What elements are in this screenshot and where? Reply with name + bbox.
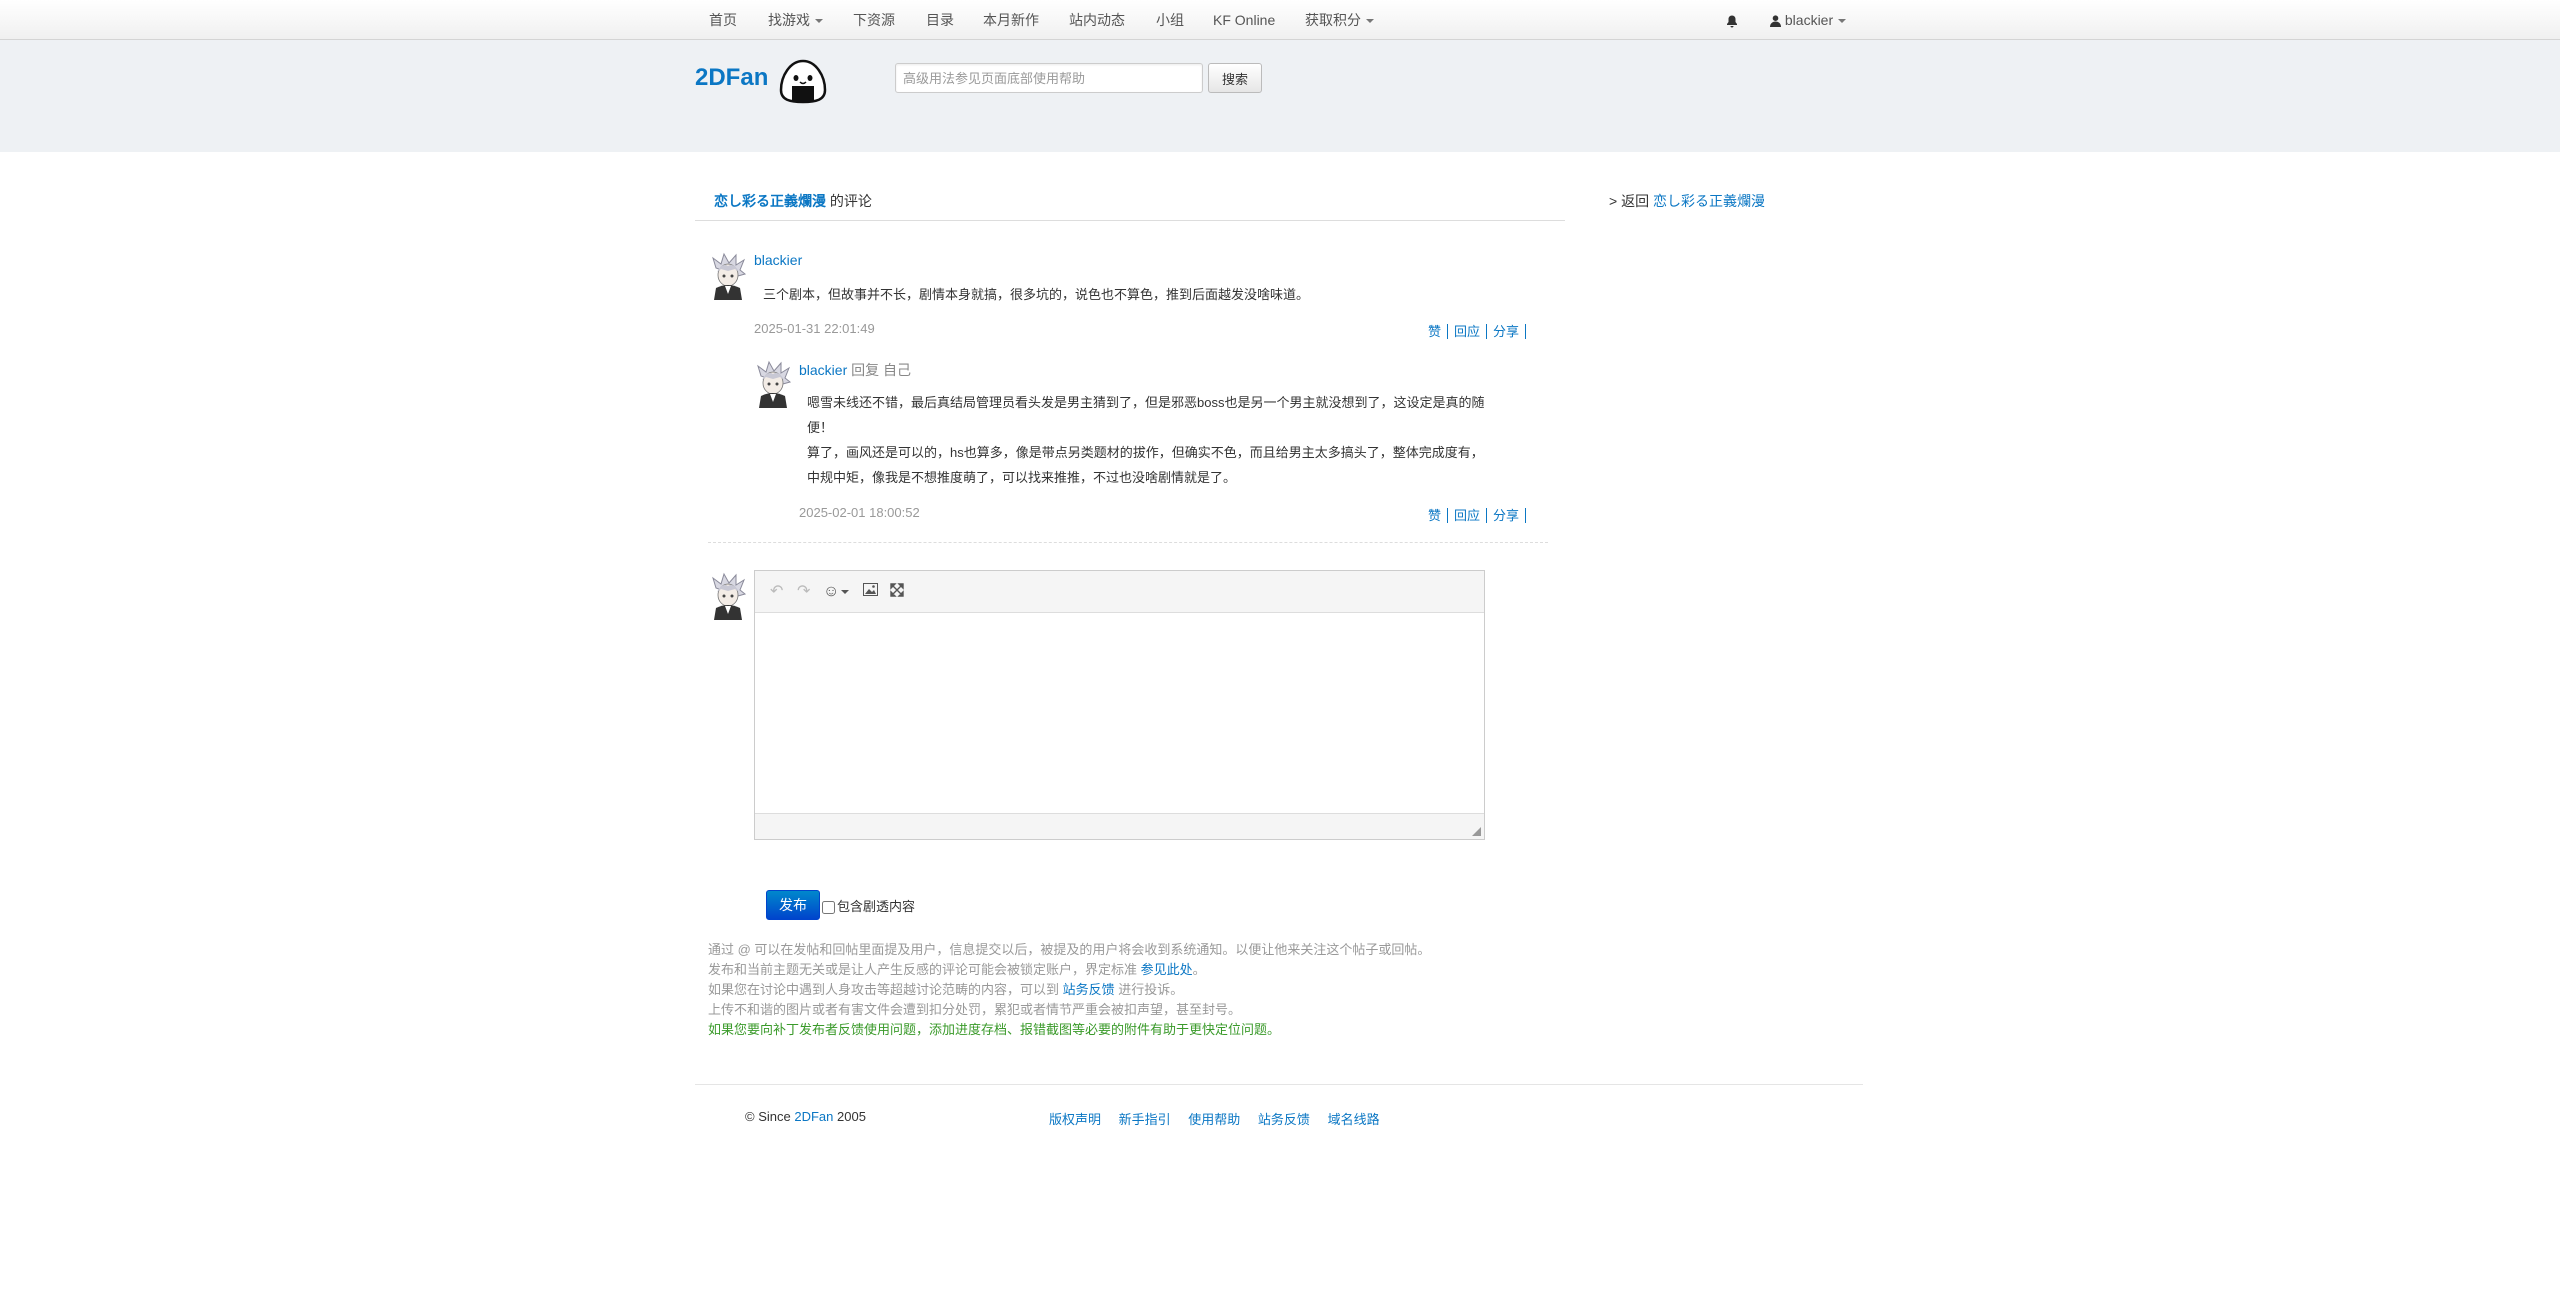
avatar <box>712 572 747 620</box>
nav-groups[interactable]: 小组 <box>1156 0 1184 40</box>
nav-get-points[interactable]: 获取积分 <box>1305 0 1374 40</box>
avatar[interactable] <box>753 358 793 408</box>
copyright: © Since 2DFan 2005 <box>745 1109 866 1124</box>
comment-text: 嗯雪未线还不错，最后真结局管理员看头发是男主猜到了，但是邪恶boss也是另一个男… <box>807 395 1485 485</box>
like-button[interactable]: 赞 <box>1422 508 1449 523</box>
footer-link-domains[interactable]: 域名线路 <box>1328 1112 1380 1127</box>
comment-actions: 赞回应 分享 <box>1422 505 1527 524</box>
notifications-button[interactable] <box>1726 0 1738 40</box>
nav-find-games[interactable]: 找游戏 <box>768 0 823 40</box>
share-button[interactable]: 分享 <box>1487 508 1527 523</box>
comment-editor: ↶ ↷ ☺ <box>754 570 1485 840</box>
avatar[interactable] <box>708 250 748 300</box>
comment-actions: 赞回应 分享 <box>1422 321 1527 340</box>
footer-divider <box>695 1084 1863 1085</box>
comment-text: 三个剧本，但故事并不长，剧情本身就搞，很多坑的，说色也不算色，推到后面越发没啥味… <box>763 287 1310 302</box>
back-to-game-link[interactable]: 恋し彩る正義爛漫 <box>1653 193 1765 209</box>
footer-link-guide[interactable]: 新手指引 <box>1119 1112 1171 1127</box>
game-title-link[interactable]: 恋し彩る正義爛漫 <box>714 193 826 209</box>
feedback-link[interactable]: 站务反馈 <box>1063 982 1115 997</box>
reply-button[interactable]: 回应 <box>1448 508 1488 523</box>
comment-timestamp: 2025-02-01 18:00:52 <box>799 505 920 520</box>
user-icon <box>1770 15 1781 28</box>
header-band <box>0 40 2560 152</box>
nav-downloads[interactable]: 下资源 <box>853 0 895 40</box>
undo-icon[interactable]: ↶ <box>770 583 783 601</box>
comment-timestamp: 2025-01-31 22:01:49 <box>754 321 875 336</box>
posting-notice: 通过 @ 可以在发帖和回帖里面提及用户，信息提交以后，被提及的用户将会收到系统通… <box>708 942 1431 1037</box>
comment-author[interactable]: blackier <box>754 252 802 268</box>
reply-button[interactable]: 回应 <box>1448 324 1488 339</box>
user-menu[interactable]: blackier <box>1770 0 1847 40</box>
footer-link-copyright[interactable]: 版权声明 <box>1049 1112 1101 1127</box>
editor-toolbar: ↶ ↷ ☺ <box>755 571 1484 613</box>
nav-home[interactable]: 首页 <box>709 0 737 40</box>
nav-kf-online[interactable]: KF Online <box>1213 0 1275 40</box>
fullscreen-icon[interactable] <box>890 583 904 602</box>
redo-icon[interactable]: ↷ <box>797 583 810 601</box>
spoiler-checkbox[interactable] <box>822 901 835 915</box>
caret-down-icon <box>1838 19 1847 24</box>
rules-link[interactable]: 参见此处 <box>1141 962 1193 977</box>
search-input[interactable] <box>895 63 1203 93</box>
sidebar-back: > 返回 恋し彩る正義爛漫 <box>1609 193 1765 209</box>
divider <box>708 542 1548 543</box>
comment-textarea[interactable] <box>755 613 1484 813</box>
top-navbar: 首页 找游戏 下资源 目录 本月新作 站内动态 小组 KF Online 获取积… <box>0 0 2560 40</box>
like-button[interactable]: 赞 <box>1422 324 1449 339</box>
resize-handle-icon[interactable] <box>1472 827 1481 836</box>
divider <box>695 220 1565 221</box>
footer-link-feedback[interactable]: 站务反馈 <box>1258 1112 1310 1127</box>
spoiler-checkbox-label[interactable]: 包含剧透内容 <box>822 896 915 915</box>
page-title: 恋し彩る正義爛漫 的评论 <box>714 193 872 209</box>
share-button[interactable]: 分享 <box>1487 324 1527 339</box>
nav-site-activity[interactable]: 站内动态 <box>1069 0 1125 40</box>
caret-down-icon <box>815 19 823 24</box>
bell-icon <box>1727 15 1737 28</box>
editor-statusbar <box>755 813 1484 839</box>
reply-to-label: 回复 自己 <box>851 362 912 378</box>
caret-down-icon <box>1366 19 1374 24</box>
emoji-icon[interactable]: ☺ <box>823 583 850 601</box>
site-logo[interactable]: 2DFan <box>695 64 768 92</box>
footer-links: 版权声明 新手指引 使用帮助 站务反馈 域名线路 <box>1049 1109 1394 1128</box>
footer-link-help[interactable]: 使用帮助 <box>1188 1112 1240 1127</box>
mascot-logo-icon[interactable] <box>778 58 828 104</box>
copyright-site-link[interactable]: 2DFan <box>794 1109 833 1124</box>
nav-catalog[interactable]: 目录 <box>926 0 954 40</box>
reply-header: blackier 回复 自己 <box>799 360 911 380</box>
nav-new-this-month[interactable]: 本月新作 <box>983 0 1039 40</box>
comment-author[interactable]: blackier <box>799 362 847 378</box>
image-icon[interactable] <box>863 583 878 601</box>
search-button[interactable]: 搜索 <box>1208 63 1262 93</box>
publish-button[interactable]: 发布 <box>766 890 820 920</box>
